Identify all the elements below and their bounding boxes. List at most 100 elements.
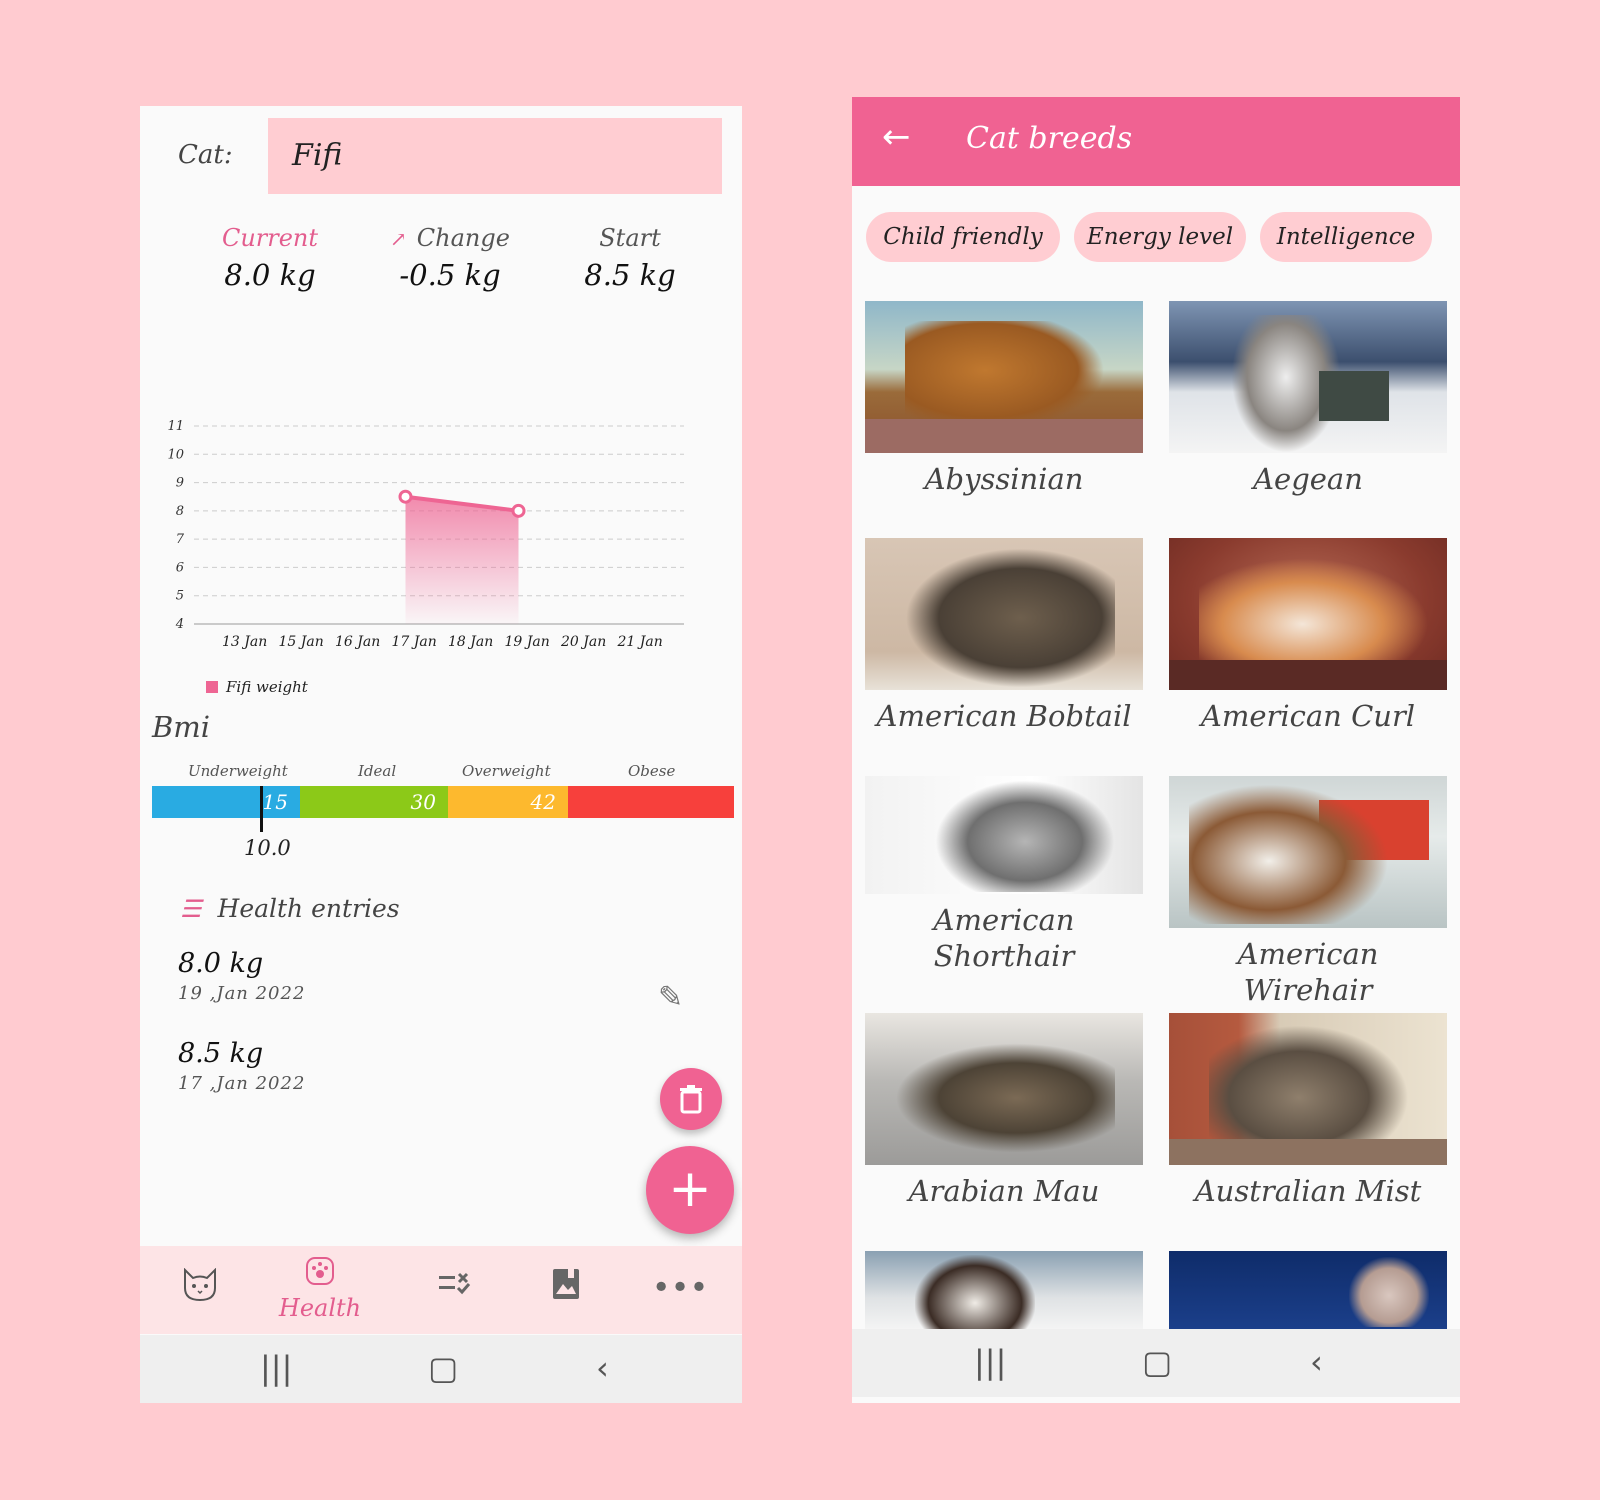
breed-photo bbox=[865, 776, 1143, 894]
stat-start: Start 8.5 kg bbox=[540, 224, 720, 292]
recents-icon[interactable]: ||| bbox=[974, 1343, 1006, 1381]
bmi-seg-obese bbox=[568, 786, 734, 818]
nav-health-label: Health bbox=[278, 1294, 362, 1322]
breed-card-american-shorthair[interactable]: American Shorthair bbox=[865, 776, 1143, 974]
breed-photo bbox=[1169, 538, 1447, 690]
breed-photo bbox=[865, 301, 1143, 453]
bmi-category-obese: Obese bbox=[628, 762, 676, 780]
breed-photo bbox=[1169, 1013, 1447, 1165]
page-title: Cat breeds bbox=[966, 121, 1133, 156]
weight-chart: 11 10 9 8 7 6 5 4 13 Jan 15 Jan 16 Jan 17 Jan 18 Jan… bbox=[167, 419, 684, 650]
y-tick-label: 6 bbox=[176, 560, 184, 575]
add-entry-button[interactable]: + bbox=[646, 1146, 734, 1234]
breed-name: Aegean bbox=[1253, 462, 1363, 496]
chip-energy-level[interactable]: Energy level bbox=[1074, 212, 1246, 262]
health-entries-title: Health entries bbox=[217, 894, 400, 923]
x-tick-label: 16 Jan bbox=[335, 634, 380, 650]
breed-photo bbox=[1169, 301, 1447, 453]
series-area bbox=[405, 496, 519, 624]
data-point bbox=[398, 489, 413, 504]
chart-legend: Fifi weight bbox=[206, 678, 308, 696]
y-tick-label: 8 bbox=[176, 504, 184, 519]
chip-intelligence[interactable]: Intelligence bbox=[1260, 212, 1432, 262]
bmi-threshold-15: 15 bbox=[262, 790, 288, 814]
breed-card-partial[interactable] bbox=[865, 1251, 1143, 1329]
breed-name: Arabian Mau bbox=[908, 1174, 1100, 1208]
breed-photo bbox=[865, 538, 1143, 690]
breed-card-american-bobtail[interactable]: American Bobtail bbox=[865, 538, 1143, 734]
app-bar: ← Cat breeds bbox=[852, 97, 1460, 186]
list-item[interactable]: 8.5 kg 17 ,Jan 2022 bbox=[178, 1038, 698, 1094]
breed-card-arabian-mau[interactable]: Arabian Mau bbox=[865, 1013, 1143, 1209]
x-tick-label: 15 Jan bbox=[279, 634, 324, 650]
legend-swatch bbox=[206, 681, 218, 693]
breed-photo bbox=[1169, 1251, 1447, 1329]
breed-card-australian-mist[interactable]: Australian Mist bbox=[1169, 1013, 1447, 1209]
back-arrow-icon[interactable]: ← bbox=[882, 117, 911, 157]
entry-date: 19 ,Jan 2022 bbox=[178, 983, 306, 1004]
trash-icon bbox=[680, 1085, 702, 1114]
y-tick-label: 11 bbox=[167, 419, 184, 434]
home-icon[interactable]: ▢ bbox=[428, 1349, 458, 1387]
cat-select[interactable]: Fifi bbox=[268, 118, 722, 194]
entry-weight: 8.0 kg bbox=[178, 948, 264, 979]
cat-selector-row: Cat: Fifi bbox=[140, 118, 742, 194]
breed-card-abyssinian[interactable]: Abyssinian bbox=[865, 301, 1143, 497]
delete-button[interactable] bbox=[660, 1068, 722, 1130]
home-icon[interactable]: ▢ bbox=[1142, 1343, 1172, 1381]
breed-card-partial[interactable] bbox=[1169, 1251, 1447, 1329]
back-nav-icon[interactable]: ‹ bbox=[596, 1349, 609, 1387]
health-entries-header: ☰ Health entries bbox=[180, 894, 400, 923]
stat-change: ↗ Change -0.5 kg bbox=[360, 224, 540, 292]
weight-stats: Current 8.0 kg ↗ Change -0.5 kg Start 8.5… bbox=[180, 224, 720, 304]
edit-icon[interactable]: ✎ bbox=[658, 980, 683, 1015]
stat-change-value: -0.5 kg bbox=[399, 258, 501, 292]
x-tick-label: 21 Jan bbox=[617, 634, 663, 650]
breed-name: Abyssinian bbox=[924, 462, 1084, 496]
photo-book-icon bbox=[506, 1268, 626, 1308]
breed-name: Australian Mist bbox=[1194, 1174, 1422, 1208]
scale-paw-icon bbox=[260, 1256, 380, 1294]
bmi-threshold-30: 30 bbox=[410, 790, 436, 814]
bmi-category-underweight: Underweight bbox=[188, 762, 288, 780]
stat-current-value: 8.0 kg bbox=[224, 258, 316, 292]
legend-label: Fifi weight bbox=[226, 678, 308, 696]
entry-weight: 8.5 kg bbox=[178, 1038, 264, 1069]
x-tick-label: 18 Jan bbox=[448, 634, 493, 650]
breed-name: American Bobtail bbox=[876, 699, 1132, 733]
bmi-scale: 15 30 42 bbox=[152, 786, 734, 832]
cat-breeds-screen: ← Cat breeds Child friendly Energy level… bbox=[852, 97, 1460, 1403]
nav-more[interactable]: ••• bbox=[620, 1246, 740, 1334]
breed-photo bbox=[865, 1251, 1143, 1329]
breed-name: American Shorthair bbox=[933, 903, 1075, 973]
bmi-threshold-42: 42 bbox=[530, 790, 556, 814]
bottom-navigation: Health ••• bbox=[140, 1246, 742, 1334]
chip-child-friendly[interactable]: Child friendly bbox=[866, 212, 1060, 262]
breed-card-american-curl[interactable]: American Curl bbox=[1169, 538, 1447, 734]
y-tick-label: 5 bbox=[176, 589, 184, 604]
nav-cat[interactable] bbox=[140, 1246, 260, 1334]
plus-icon: + bbox=[668, 1159, 712, 1219]
data-point bbox=[511, 503, 526, 518]
breed-photo bbox=[1169, 776, 1447, 928]
y-tick-label: 10 bbox=[167, 447, 184, 462]
breed-card-american-wirehair[interactable]: American Wirehair bbox=[1169, 776, 1447, 1008]
bmi-marker bbox=[260, 786, 263, 832]
breed-photo bbox=[865, 1013, 1143, 1165]
bmi-category-ideal: Ideal bbox=[358, 762, 397, 780]
bmi-seg-underweight: 15 bbox=[152, 786, 300, 818]
back-nav-icon[interactable]: ‹ bbox=[1310, 1343, 1323, 1381]
y-tick-label: 7 bbox=[176, 532, 185, 547]
trending-down-icon: ↗ bbox=[390, 227, 407, 251]
stat-change-label: Change bbox=[416, 224, 510, 252]
breed-card-aegean[interactable]: Aegean bbox=[1169, 301, 1447, 497]
recents-icon[interactable]: ||| bbox=[260, 1349, 292, 1387]
cat-face-icon bbox=[140, 1267, 260, 1310]
nav-photo[interactable] bbox=[506, 1246, 626, 1334]
nav-checklist[interactable] bbox=[394, 1246, 514, 1334]
nav-health[interactable]: Health bbox=[260, 1246, 380, 1334]
system-nav-bar: ||| ▢ ‹ bbox=[852, 1329, 1460, 1397]
bmi-title: Bmi bbox=[152, 710, 211, 744]
bmi-seg-ideal: 30 bbox=[300, 786, 448, 818]
list-item[interactable]: 8.0 kg 19 ,Jan 2022 bbox=[178, 948, 698, 1004]
